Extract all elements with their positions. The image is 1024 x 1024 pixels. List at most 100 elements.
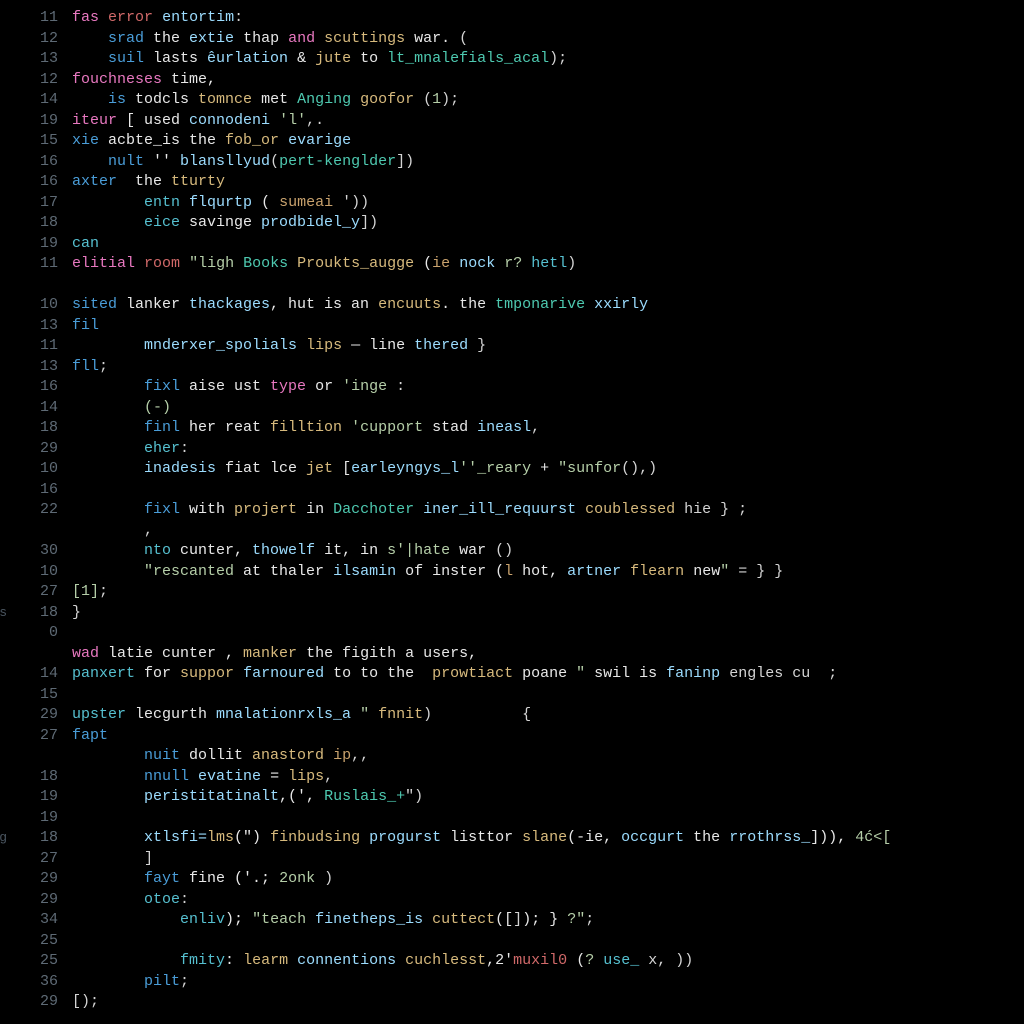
code-line: otoe: (72, 890, 1024, 911)
code-line: pilt; (72, 972, 1024, 993)
line-number: 16 (0, 377, 58, 398)
code-line: [1]; (72, 582, 1024, 603)
line-number (0, 644, 58, 665)
line-number: 14 (0, 398, 58, 419)
line-number: 12 (0, 70, 58, 91)
code-line (72, 685, 1024, 706)
line-number: 19 (0, 111, 58, 132)
line-number: 10 (0, 459, 58, 480)
code-line: nuit dollit anastord ip,, (72, 746, 1024, 767)
line-number: 15 (0, 131, 58, 152)
line-number: 22 (0, 500, 58, 521)
line-number: 17 (0, 193, 58, 214)
code-line: xie acbte_is the fob_or evarige (72, 131, 1024, 152)
code-line: mnderxer_spolials lips — line thered } (72, 336, 1024, 357)
code-line (72, 480, 1024, 501)
code-line: fll; (72, 357, 1024, 378)
code-line: sited lanker thackages, hut is an encuut… (72, 295, 1024, 316)
code-line: xtlsfi=lms(") finbudsing progurst listto… (72, 828, 1024, 849)
line-number: 14 (0, 664, 58, 685)
code-line: elitial room "ligh Books Proukts_augge (… (72, 254, 1024, 275)
code-line: nto cunter, thowelf it, in s'|hate war (… (72, 541, 1024, 562)
code-line: can (72, 234, 1024, 255)
line-number: 30 (0, 541, 58, 562)
code-line: suil lasts êurlation & jute to lt_mnalef… (72, 49, 1024, 70)
line-number: 11 (0, 8, 58, 29)
line-number: 19 (0, 234, 58, 255)
code-line: , (72, 521, 1024, 542)
code-line: } (72, 603, 1024, 624)
code-line: iteur [ used connodeni 'l',. (72, 111, 1024, 132)
line-number-gutter: 1112131214191516g16171819111013111316141… (0, 8, 72, 1024)
code-line: enliv); "teach finetheps_is cuttect([]);… (72, 910, 1024, 931)
line-number: 29 (0, 705, 58, 726)
line-number: 13 (0, 316, 58, 337)
code-line: panxert for suppor farnoured to to the p… (72, 664, 1024, 685)
code-line: peristitatinalt,(', Ruslais_+") (72, 787, 1024, 808)
line-number: 14 (0, 90, 58, 111)
code-line: nnull evatine = lips, (72, 767, 1024, 788)
code-line: srad the extie thap and scuttings war. ( (72, 29, 1024, 50)
code-line: axter the tturty (72, 172, 1024, 193)
line-number: 36 (0, 972, 58, 993)
line-number: mg18 (0, 828, 58, 849)
code-line: fil (72, 316, 1024, 337)
code-line: finl her reat filltion 'cupport stad ine… (72, 418, 1024, 439)
line-number: 29 (0, 890, 58, 911)
line-number: 29 (0, 439, 58, 460)
line-number: 18 (0, 418, 58, 439)
code-line: nult '' blansllyud(pert-kenglder]) (72, 152, 1024, 173)
code-editor: 1112131214191516g16171819111013111316141… (0, 0, 1024, 1024)
code-line: "rescanted at thaler ilsamin of inster (… (72, 562, 1024, 583)
code-line: eher: (72, 439, 1024, 460)
code-line: ] (72, 849, 1024, 870)
line-number: 27 (0, 726, 58, 747)
code-line: fas error entortim: (72, 8, 1024, 29)
line-number: 34 (0, 910, 58, 931)
line-number: 16 (0, 152, 58, 173)
line-number: ys18 (0, 603, 58, 624)
code-line: fapt (72, 726, 1024, 747)
line-number: 12 (0, 29, 58, 50)
line-number: 25 (0, 931, 58, 952)
code-line: (-) (72, 398, 1024, 419)
line-number: 27 (0, 582, 58, 603)
code-line: fixl with projert in Dacchoter iner_ill_… (72, 500, 1024, 521)
line-number: 0 (0, 623, 58, 644)
code-line (72, 931, 1024, 952)
code-line (72, 623, 1024, 644)
code-line: fixl aise ust type or 'inge : (72, 377, 1024, 398)
line-number (0, 521, 58, 542)
line-number: 16 (0, 480, 58, 501)
line-number: 10 (0, 295, 58, 316)
code-line: inadesis fiat lce jet [earleyngys_l''_re… (72, 459, 1024, 480)
line-number: 13 (0, 357, 58, 378)
line-number: 11 (0, 254, 58, 275)
line-number: 25 (0, 951, 58, 972)
code-line (72, 275, 1024, 296)
code-line: is todcls tomnce met Anging goofor (1); (72, 90, 1024, 111)
code-line: entn flqurtp ( sumeai ')) (72, 193, 1024, 214)
line-number: g18 (0, 767, 58, 788)
code-line: fmity: learm connentions cuchlesst,2'mux… (72, 951, 1024, 972)
code-line: fouchneses time, (72, 70, 1024, 91)
line-number: g16 (0, 172, 58, 193)
line-number: 19 (0, 808, 58, 829)
code-line: [); (72, 992, 1024, 1013)
line-number (0, 746, 58, 767)
line-number: 13 (0, 49, 58, 70)
code-line (72, 808, 1024, 829)
code-line: eice savinge prodbidel_y]) (72, 213, 1024, 234)
line-number: 11 (0, 336, 58, 357)
line-number (0, 275, 58, 296)
code-line: wad latie cunter , manker the figith a u… (72, 644, 1024, 665)
line-number: 19 (0, 787, 58, 808)
line-number: 29 (0, 869, 58, 890)
line-number: 29 (0, 992, 58, 1013)
line-number: 18 (0, 213, 58, 234)
code-area[interactable]: fas error entortim: srad the extie thap … (72, 8, 1024, 1024)
line-number: 27 (0, 849, 58, 870)
code-line: fayt fine ('.; 2onk ) (72, 869, 1024, 890)
line-number: 15 (0, 685, 58, 706)
code-line: upster lecgurth mnalationrxls_a " fnnit)… (72, 705, 1024, 726)
